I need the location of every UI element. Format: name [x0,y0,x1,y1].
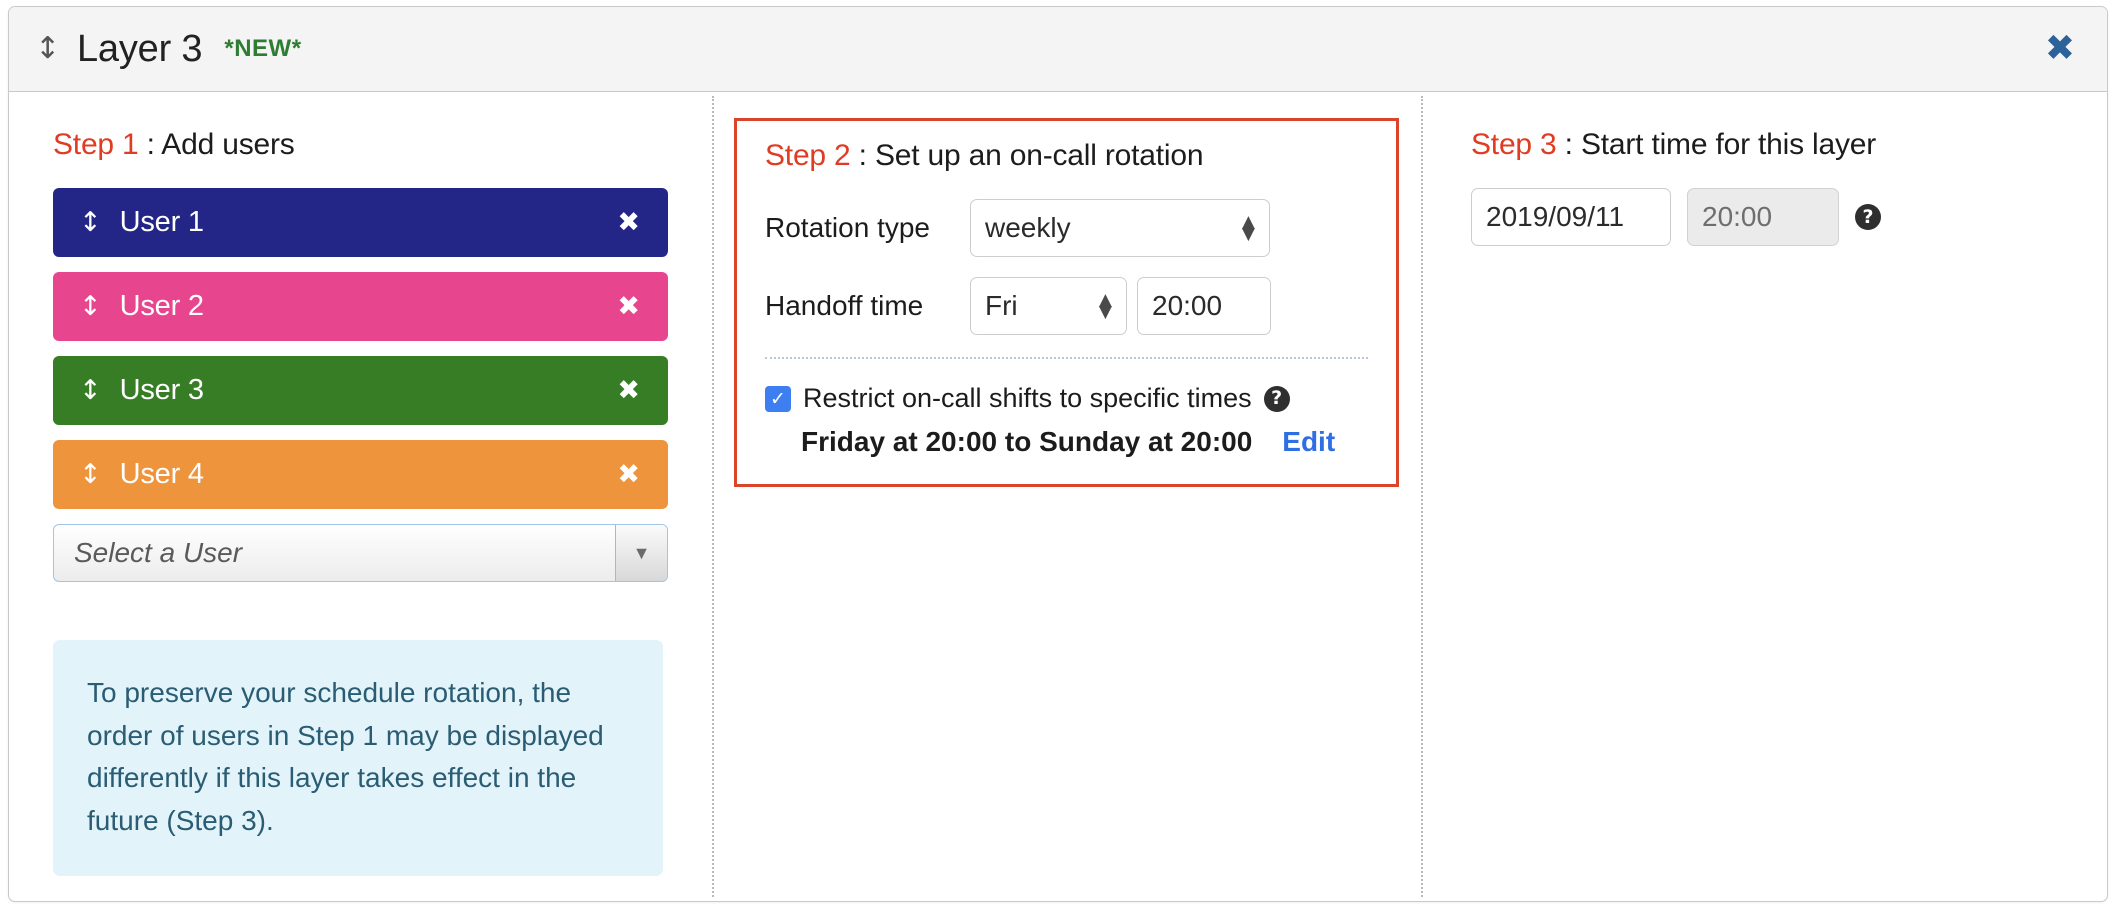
start-time-value: 20:00 [1702,201,1773,232]
remove-user-icon[interactable]: ✖ [611,457,646,492]
step2-heading: Step 2 : Set up an on-call rotation [765,139,1368,173]
list-item[interactable]: ↕ User 1 ✖ [53,188,668,257]
step2-separator: : [850,139,875,172]
handoff-day-select[interactable]: Fri ▲ ▼ [970,277,1127,335]
select-user-placeholder: Select a User [74,537,243,568]
drag-vertical-icon[interactable]: ↕ [79,461,102,488]
restrict-shifts-label: Restrict on-call shifts to specific time… [803,383,1252,413]
start-time-row: 2019/09/11 20:00 ? [1471,188,2107,246]
page-title: Layer 3 [77,27,203,70]
close-icon[interactable]: ✖ [2039,27,2081,71]
stepper-down-icon[interactable]: ▼ [1242,225,1255,242]
remove-user-icon[interactable]: ✖ [611,373,646,408]
handoff-time-row: Handoff time Fri ▲ ▼ 20:00 [765,277,1368,335]
restrict-range-text: Friday at 20:00 to Sunday at 20:00 [801,426,1253,457]
handoff-day-value: Fri [985,290,1018,321]
step2-step-label: Step 2 [765,139,851,172]
drag-vertical-icon[interactable]: ↕ [79,209,102,236]
step2-panel: Step 2 : Set up an on-call rotation Rota… [734,118,1399,487]
remove-user-icon[interactable]: ✖ [611,205,646,240]
user-name: User 4 [119,458,204,490]
layer-editor-card: ↕ Layer 3 *NEW* ✖ Step 1 : Add users ↕ U… [8,6,2108,902]
start-time-input: 20:00 [1687,188,1839,246]
stepper-arrows-icon[interactable]: ▲ ▼ [1242,213,1255,243]
new-badge: *NEW* [224,35,302,62]
stepper-down-icon[interactable]: ▼ [1099,303,1112,320]
rotation-type-value: weekly [985,212,1071,243]
step1-step-label: Step 1 [53,128,139,161]
rotation-type-row: Rotation type weekly ▲ ▼ [765,199,1368,257]
rotation-type-select[interactable]: weekly ▲ ▼ [970,199,1270,257]
step3-heading: Step 3 : Start time for this layer [1471,128,2107,162]
drag-vertical-icon[interactable]: ↕ [79,293,102,320]
help-icon[interactable]: ? [1263,385,1290,412]
edit-restriction-link[interactable]: Edit [1282,426,1335,458]
step1-title: Add users [161,128,295,161]
handoff-time-label: Handoff time [765,290,924,321]
user-name: User 1 [119,206,204,238]
handoff-time-input[interactable]: 20:00 [1137,277,1271,335]
select-user-dropdown[interactable]: Select a User ▼ [53,524,668,582]
stepper-arrows-icon[interactable]: ▲ ▼ [1099,291,1112,321]
step3-column: Step 3 : Start time for this layer 2019/… [1423,92,2107,901]
layer-drag-handle-icon[interactable]: ↕ [35,34,60,64]
card-body: Step 1 : Add users ↕ User 1 ✖ ↕ User 2 ✖… [9,92,2107,901]
start-date-value: 2019/09/11 [1486,201,1625,232]
user-name: User 3 [119,374,204,406]
list-item[interactable]: ↕ User 4 ✖ [53,440,668,509]
step1-column: Step 1 : Add users ↕ User 1 ✖ ↕ User 2 ✖… [9,92,712,901]
drag-vertical-icon[interactable]: ↕ [79,377,102,404]
start-date-input[interactable]: 2019/09/11 [1471,188,1671,246]
list-item[interactable]: ↕ User 3 ✖ [53,356,668,425]
restrict-shifts-detail: Friday at 20:00 to Sunday at 20:00 Edit [765,426,1368,458]
restrict-shifts-row: ✓ Restrict on-call shifts to specific ti… [765,383,1368,414]
restrict-shifts-checkbox[interactable]: ✓ [765,385,791,412]
rotation-info-note: To preserve your schedule rotation, the … [53,640,663,877]
user-name: User 2 [119,290,204,322]
list-item[interactable]: ↕ User 2 ✖ [53,272,668,341]
step1-heading: Step 1 : Add users [53,128,668,162]
step3-separator: : [1556,128,1581,161]
card-header: ↕ Layer 3 *NEW* ✖ [9,7,2107,92]
step2-title: Set up an on-call rotation [874,139,1204,172]
chevron-down-icon[interactable]: ▼ [615,525,667,581]
step3-step-label: Step 3 [1471,128,1557,161]
remove-user-icon[interactable]: ✖ [611,289,646,324]
rotation-type-label: Rotation type [765,212,930,243]
step3-title: Start time for this layer [1580,128,1877,161]
section-divider [765,357,1368,359]
help-icon[interactable]: ? [1855,204,1881,230]
screen-root: ↕ Layer 3 *NEW* ✖ Step 1 : Add users ↕ U… [0,0,2122,914]
handoff-time-value: 20:00 [1152,290,1223,321]
step2-column: Step 2 : Set up an on-call rotation Rota… [714,92,1421,901]
step1-separator: : [138,128,162,161]
